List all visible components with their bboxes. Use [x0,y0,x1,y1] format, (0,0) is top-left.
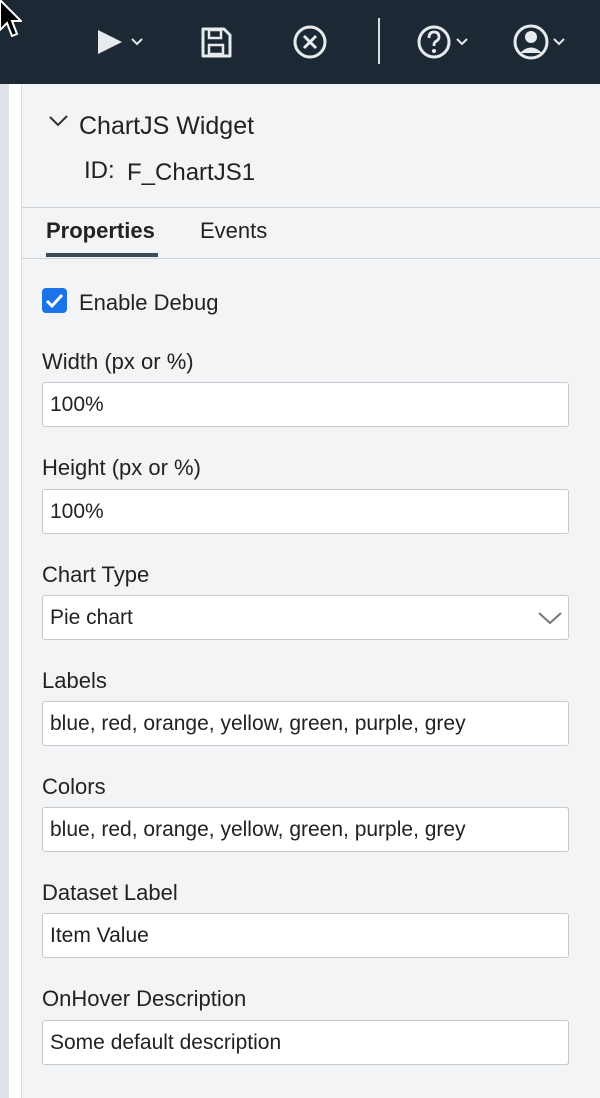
widget-id-label: ID: [84,157,115,184]
properties-panel: ChartJS Widget ID: F_ChartJS1 Properties… [22,84,600,1098]
widget-title: ChartJS Widget [79,112,255,140]
help-menu-button[interactable] [414,18,476,66]
dataset-label-label: Dataset Label [42,880,178,905]
tab-events[interactable]: Events [200,218,267,244]
width-input[interactable]: 100% [42,382,569,427]
mouse-cursor-icon [0,0,22,38]
labels-label: Labels [42,668,107,693]
run-button[interactable] [92,18,150,66]
height-input[interactable]: 100% [42,489,569,534]
toolbar-separator [378,18,380,64]
account-icon [513,24,565,60]
chart-type-value: Pie chart [50,605,133,629]
chart-type-select[interactable]: Pie chart [42,595,569,640]
save-icon [201,27,232,58]
panel-tabs: Properties Events [22,208,600,259]
onhover-description-input[interactable]: Some default description [42,1020,569,1065]
save-button[interactable] [198,18,234,66]
account-menu-button[interactable] [510,18,572,66]
enable-debug-checkbox[interactable] [42,288,67,313]
width-label: Width (px or %) [42,349,194,374]
onhover-description-label: OnHover Description [42,986,247,1011]
help-icon [417,25,468,59]
chart-type-label: Chart Type [42,562,150,587]
widget-header: ChartJS Widget ID: F_ChartJS1 [22,84,600,208]
colors-label: Colors [42,774,106,799]
collapse-chevron-icon[interactable] [48,114,70,130]
top-toolbar [0,0,600,84]
height-label: Height (px or %) [42,455,201,480]
cancel-button[interactable] [290,18,330,66]
widget-id-value: F_ChartJS1 [127,159,256,186]
labels-input[interactable]: blue, red, orange, yellow, green, purple… [42,701,569,746]
run-icon [98,30,143,54]
colors-input[interactable]: blue, red, orange, yellow, green, purple… [42,807,569,852]
tab-properties[interactable]: Properties [46,218,158,257]
gutter-strip [0,84,9,1098]
chevron-down-icon [538,612,562,625]
checkmark-icon [45,293,64,309]
left-gutter [0,84,22,1098]
cancel-icon [293,25,327,59]
enable-debug-label: Enable Debug [79,290,219,315]
dataset-label-input[interactable]: Item Value [42,913,569,958]
